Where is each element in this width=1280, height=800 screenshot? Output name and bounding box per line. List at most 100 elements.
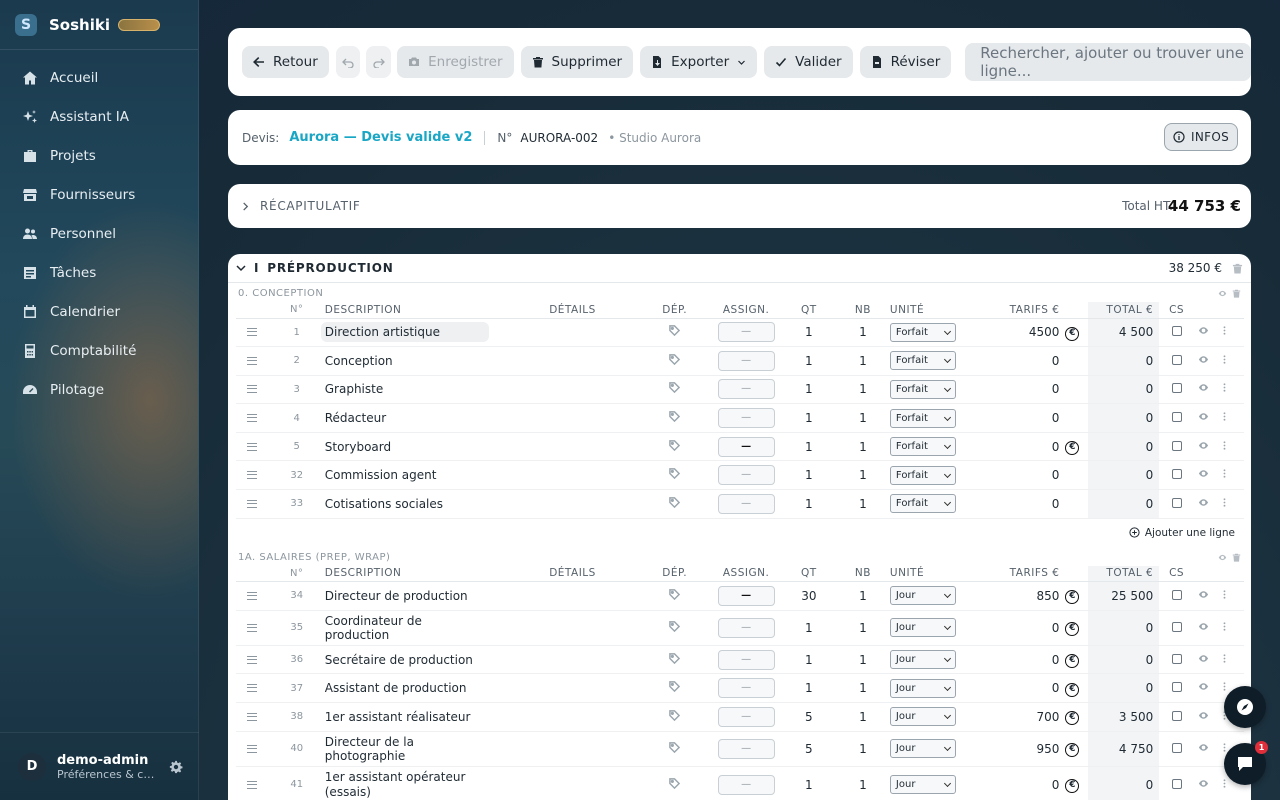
unit-select[interactable]: Forfait [889, 379, 956, 399]
nb-field[interactable]: 1 [835, 375, 890, 405]
table-row[interactable]: 40 Directeur de la photographie — 5 1 Jo… [236, 731, 1244, 767]
table-row[interactable]: 37 Assistant de production — 1 1 Jour 0 … [236, 673, 1244, 703]
details-field[interactable] [549, 460, 639, 491]
table-row[interactable]: 36 Secrétaire de production — 1 1 Jour 0… [236, 645, 1244, 675]
table-row[interactable]: 33 Cotisations sociales — 1 1 Forfait 0 … [236, 489, 1244, 519]
euro-icon[interactable]: € [1065, 326, 1080, 341]
nb-field[interactable]: 1 [835, 346, 890, 376]
euro-icon[interactable]: € [1065, 743, 1080, 758]
unit-select[interactable]: Jour [889, 586, 956, 606]
drag-handle-icon[interactable] [247, 356, 258, 365]
assign-field[interactable]: — [717, 617, 775, 638]
more-icon[interactable] [1219, 621, 1230, 635]
tarif-field[interactable]: 0 [971, 346, 1066, 376]
more-icon[interactable] [1219, 778, 1230, 792]
nb-field[interactable]: 1 [835, 460, 890, 491]
tarif-field[interactable]: 850 [971, 581, 1066, 611]
drag-handle-icon[interactable] [247, 780, 258, 789]
assign-field[interactable]: — [717, 350, 775, 371]
eye-icon[interactable] [1198, 742, 1209, 756]
assign-field[interactable]: — [717, 678, 775, 699]
nb-field[interactable]: 1 [835, 673, 890, 703]
assign-field[interactable]: — [717, 649, 775, 670]
unit-select[interactable]: Jour [889, 775, 956, 795]
details-field[interactable] [549, 346, 639, 376]
details-field[interactable] [549, 702, 639, 732]
description-field[interactable]: Rédacteur [321, 408, 489, 428]
qt-field[interactable]: 1 [781, 375, 836, 405]
nb-field[interactable]: 1 [835, 432, 890, 462]
nb-field[interactable]: 1 [835, 403, 890, 433]
section-header[interactable]: I PRÉPRODUCTION 38 250 € [228, 254, 1251, 283]
drag-handle-icon[interactable] [247, 684, 258, 693]
assign-field[interactable]: — [717, 706, 775, 727]
eye-icon[interactable] [1198, 653, 1209, 667]
description-field[interactable]: Directeur de la photographie [321, 732, 489, 766]
more-icon[interactable] [1219, 440, 1230, 454]
cs-checkbox[interactable] [1171, 440, 1182, 451]
export-button[interactable]: Exporter [640, 46, 758, 78]
cs-checkbox[interactable] [1171, 412, 1182, 423]
eye-icon[interactable] [1198, 325, 1209, 339]
description-field[interactable]: Conception [321, 351, 489, 371]
table-row[interactable]: 41 1er assistant opérateur (essais) — 1 … [236, 766, 1244, 800]
description-field[interactable]: 1er assistant opérateur (essais) [321, 767, 489, 800]
qt-field[interactable]: 1 [781, 460, 836, 491]
nb-field[interactable]: 1 [835, 581, 890, 611]
details-field[interactable] [549, 318, 639, 348]
more-icon[interactable] [1219, 382, 1230, 396]
eye-icon[interactable] [1198, 681, 1209, 695]
assign-field[interactable]: — [717, 585, 775, 606]
eye-icon[interactable] [1218, 553, 1227, 565]
unit-select[interactable]: Forfait [889, 351, 956, 371]
more-icon[interactable] [1219, 497, 1230, 511]
eye-icon[interactable] [1198, 354, 1209, 368]
description-field[interactable]: Graphiste [321, 379, 489, 399]
eye-icon[interactable] [1198, 497, 1209, 511]
unit-select[interactable]: Jour [889, 650, 956, 670]
qt-field[interactable]: 5 [781, 731, 836, 767]
description-field[interactable]: 1er assistant réalisateur [321, 707, 489, 727]
tarif-field[interactable]: 0 [971, 432, 1066, 462]
table-row[interactable]: 38 1er assistant réalisateur — 5 1 Jour … [236, 702, 1244, 732]
details-field[interactable] [549, 731, 639, 767]
details-field[interactable] [549, 489, 639, 519]
unit-select[interactable]: Forfait [889, 408, 956, 428]
sidebar-item-taches[interactable]: Tâches [0, 253, 198, 292]
sidebar-item-calendrier[interactable]: Calendrier [0, 292, 198, 331]
add-line-button[interactable]: Ajouter une ligne [228, 519, 1251, 547]
nb-field[interactable]: 1 [835, 489, 890, 519]
tarif-field[interactable]: 700 [971, 702, 1066, 732]
nb-field[interactable]: 1 [835, 318, 890, 348]
cs-checkbox[interactable] [1171, 742, 1182, 753]
table-row[interactable]: 34 Directeur de production — 30 1 Jour 8… [236, 581, 1244, 611]
assign-field[interactable]: — [717, 436, 775, 457]
tarif-field[interactable]: 4500 [971, 318, 1066, 348]
euro-icon[interactable]: € [1065, 711, 1080, 726]
sidebar-item-personnel[interactable]: Personnel [0, 214, 198, 253]
details-field[interactable] [549, 645, 639, 675]
tag-icon[interactable] [669, 411, 681, 425]
brand[interactable]: S Soshiki [0, 0, 198, 50]
tag-icon[interactable] [669, 709, 681, 724]
assign-field[interactable]: — [717, 738, 775, 759]
drag-handle-icon[interactable] [247, 385, 258, 394]
table-row[interactable]: 2 Conception — 1 1 Forfait 0 0 [236, 346, 1244, 376]
more-icon[interactable] [1219, 354, 1230, 368]
unit-select[interactable]: Forfait [889, 465, 956, 485]
details-field[interactable] [549, 581, 639, 611]
devis-title[interactable]: Aurora — Devis valide v2 [289, 130, 472, 145]
search-input[interactable]: Rechercher, ajouter ou trouver une ligne… [965, 43, 1251, 81]
tarif-field[interactable]: 0 [971, 610, 1066, 646]
assign-field[interactable]: — [717, 322, 775, 343]
details-field[interactable] [549, 375, 639, 405]
assign-field[interactable]: — [717, 774, 775, 795]
table-row[interactable]: 1 Direction artistique — 1 1 Forfait 450… [236, 318, 1244, 348]
validate-button[interactable]: Valider [764, 46, 853, 78]
nb-field[interactable]: 1 [835, 766, 890, 800]
drag-handle-icon[interactable] [247, 623, 258, 632]
infos-button[interactable]: INFOS [1164, 123, 1238, 151]
trash-icon[interactable] [1232, 289, 1241, 301]
more-icon[interactable] [1219, 325, 1230, 339]
tag-icon[interactable] [669, 354, 681, 368]
